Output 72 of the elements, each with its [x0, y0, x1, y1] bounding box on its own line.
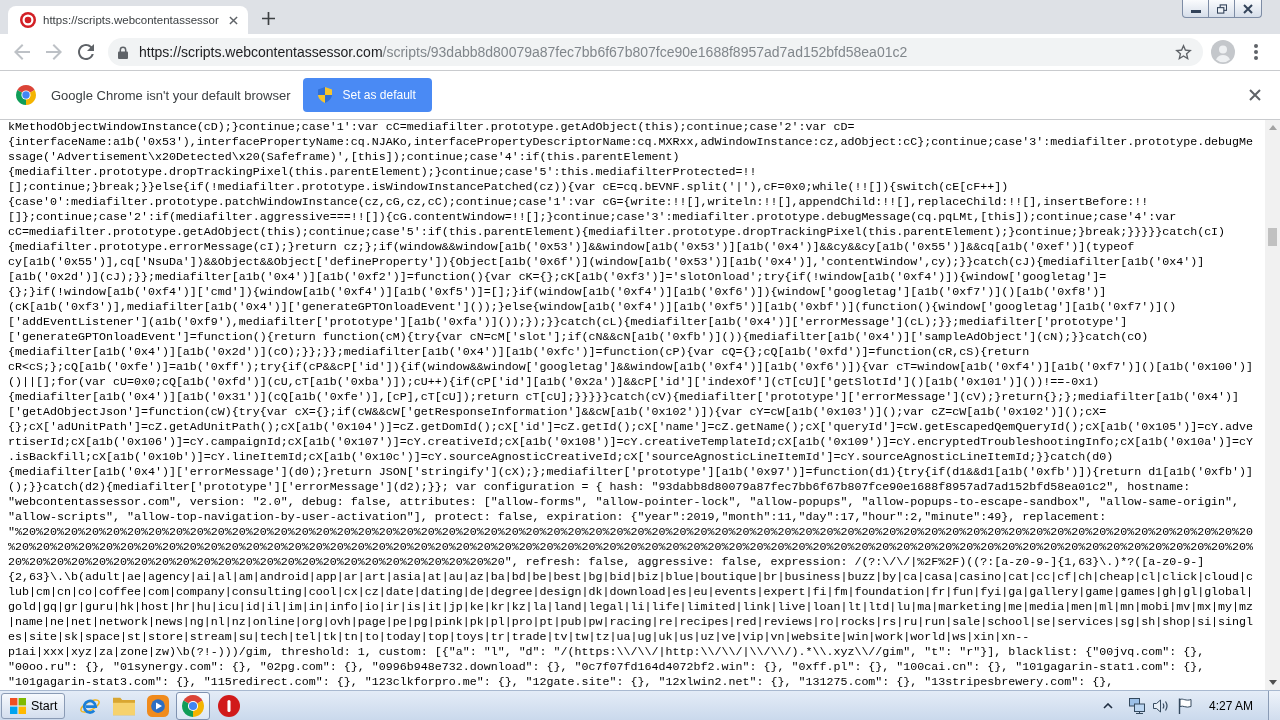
code-line: [];continue;}break;}}else{if(!mediafilter.prototype.isWindowInstancePatched(cz)){var cE=cq.bEVNF.split('|'),cF=0x0;while(!![]){switch(cE[cF++]) [8, 180, 1009, 195]
taskbar-button[interactable] [176, 691, 211, 720]
restore-icon [1216, 3, 1227, 14]
code-line: cC=mediafilter.prototype.getAdObject(this);continue;case'5':if(this.parentElement){mediafilter.prototype.dropTrackingPixel(this.parentElement);}continue;}break;}}}}}catch(cI) [8, 225, 1226, 240]
code-line: {mediafilter[a1b('0x4')]['errorMessage'](d0);}return JSON['stringify'](cX);};mediafilter['prototype'][a1b('0x97')]=function(d1){try{if(d1&&d1[a1b('0xfb')]){return d1[a1b('0xfb')] [8, 465, 1254, 480]
code-line: ssage('Advertisement\x20Detected\x20(Safeframe)',[this]);continue;case'4':if(this.parentElement) [8, 150, 680, 165]
code-line: {mediafilter[a1b('0x4')][a1b('0x2d')](cO);}};}};mediafilter[a1b('0x4')][a1b('0xfc')]=function(cP){var cQ={};cQ[a1b('0xfd')]=function(cR,cS){return [8, 345, 1030, 360]
close-icon[interactable] [229, 15, 238, 25]
close-button[interactable] [1234, 0, 1262, 18]
code-line: {2,63}\.\b(adult|ae|agency|ai|al|am|android|app|ar|art|asia|at|au|az|ba|bd|be|best|bg|bid|biz|blue|boutique|br|business|buzz|by|ca|casa|casino|cat|cc|cf|ch|cheap|cl|click|cloud|c [8, 570, 1254, 585]
minimize-button[interactable] [1182, 0, 1209, 18]
infobar-message: Google Chrome isn't your default browser [51, 87, 291, 103]
code-line: "allow-scripts", "allow-top-navigation-by-user-activation"], protect: false, expiration: {"year":2019,"month":11,"day":17,"hour":2,"minute":49}, replacement: [8, 510, 1107, 525]
code-line: "00oo.ru": {}, "01synergy.com": {}, "02pg.com": {}, "0996b948e732.download": {}, "0c7f07fd164d4072bf2.win": {}, "0xff.pl": {}, "100cai.cn": {}, "101gagarin-stat1.com": {}, [8, 660, 1205, 675]
shield-icon [318, 87, 333, 103]
lock-icon[interactable] [118, 45, 128, 59]
browser-logo-icon [182, 694, 205, 717]
scrollbar-thumb[interactable] [1268, 228, 1277, 246]
flag-icon[interactable] [1176, 697, 1193, 714]
start-button[interactable]: Start [1, 692, 66, 719]
code-line: {};}if(!window[a1b('0xf4')]['cmd']){window[a1b('0xf4')][a1b('0xf5')]=[];}if(window[a1b('0xf4')][a1b('0xf6')]){window['googletag'][a1b('0xf7')]()[a1b('0xf8')] [8, 285, 1107, 300]
code-line: es|site|sk|space|st|store|stream|su|tech|tel|tk|tn|to|today|top|toys|tr|trade|tv|tw|tz|ua|ug|uk|us|uz|ve|vip|vn|website|win|work|world|ws|xin|xn-- [8, 630, 1030, 645]
four-squares-logo-icon [10, 697, 26, 714]
play-icon [146, 694, 169, 717]
browser-logo-icon [16, 85, 36, 105]
code-line: {mediafilter.prototype.errorMessage(cI);}return cz;};if(window&&window[a1b('0x53')]&&window[a1b('0x53')][a1b('0x4')]&&cy&&cy[a1b('0x55')]&&cq[a1b('0xef')](typeof [8, 240, 1135, 255]
code-line: ['addEventListener'](a1b('0xf9'),mediafilter['prototype'][a1b('0xfa')]());});}}catch(cL){mediafilter[a1b('0x4')]['errorMessage'](cL);}};mediafilter['prototype'] [8, 315, 1128, 330]
star-icon[interactable] [1175, 44, 1192, 60]
plus-icon[interactable] [262, 12, 275, 25]
address-bar[interactable]: https://scripts.webcontentassessor.com/scripts/93dabb8d80079a87fec7bb6f67b807fce90e1688f8957ad7ad152bfd58ea01c2 [108, 38, 1203, 66]
code-line: []};continue;case'2':if(mediafilter.aggressive===!![]){cG.contentWindow=!![];}continue;case'3':mediafilter.prototype.debugMessage(cq.pqLMt,[this]);continue;case'4':var [8, 210, 1177, 225]
scrollbar[interactable] [1265, 120, 1280, 690]
reload-icon[interactable] [78, 44, 94, 60]
code-line: "webcontentassessor.com", version: "2.0", debug: false, attributes: ["allow-forms", "allow-pointer-lock", "allow-popups", "allow-popups-to-escape-sandbox", "allow-same-origin", [8, 495, 1240, 510]
circle-bar-icon [217, 694, 240, 717]
code-line: lub|cm|cn|co|coffee|com|company|consulting|cool|cx|cz|date|dating|de|degree|design|dk|download|es|eu|events|expert|fi|fm|foundation|fr|fun|fyi|ga|gallery|game|games|gh|gl|global| [8, 585, 1254, 600]
code-line: {interfaceName:a1b('0x53'),interfacePropertyName:cq.NJAKo,interfacePropertyDescriptorName:cq.MXRxx,adWindowInstance:cz,adObject:cC};continue;case'3':mediafilter.prototype.debugMe [8, 135, 1254, 150]
code-line: cR<cS;};cQ[a1b('0xfe')]=a1b('0xff');try{if(cP&&cP['id']){if(window&&window['googletag']&&window[a1b('0xf4')][a1b('0xf6')]){var cT=window[a1b('0xf4')][a1b('0xf7')]()[a1b('0x100')] [8, 360, 1254, 375]
code-line: gold|gq|gr|guru|hk|host|hr|hu|icu|id|il|im|in|info|io|ir|is|it|jp|ke|kr|kz|la|land|legal|li|life|limited|link|live|loan|lt|ltd|lu|ma|marketing|me|media|men|ml|mn|mobi|mv|mx|my|mz [8, 600, 1254, 615]
code-line: {mediafilter[a1b('0x4')][a1b('0x31')](cQ[a1b('0xfe')],[cP],cT[cU]);return cT[cU];}}}}}catch(cV){mediafilter['prototype']['errorMessage'](cV);}return{};};mediafilter[a1b('0x4')] [8, 390, 1240, 405]
clock[interactable]: 4:27 AM [1208, 698, 1253, 713]
code-line: ['getAdObjectJson']=function(cW){try{var cX={};if(cW&&cW['getResponseInformation']&&cW[a1b('0x102')]){var cY=cW[a1b('0x103')]();var cZ=cW[a1b('0x102')]();cX= [8, 405, 1107, 420]
code-line: p1ai|xxx|xyz|za|zone|zw)\b(?!-)))/gim, threshold: 1, custom: [{"a": "l", "d": "/(https:\\/\\/|http:\\/\\/|\\/\\/).*\\.xyz\\//gim", "t": "r"}], blacklist: {"00jvq.com": {}, [8, 645, 1205, 660]
code-line: cy[a1b('0x55')],cq['NsuDa'])&&Object&&Object['defineProperty']){Object[a1b('0x6f')](window[a1b('0x53')][a1b('0x4')],'contentWindow',cy);}}catch(cJ){mediafilter[a1b('0x4')] [8, 255, 1205, 270]
code-line: kMethodObjectWindowInstance(cD);}continue;case'1':var cC=mediafilter.prototype.getAdObject(this);continue;case'2':var cD= [8, 120, 855, 135]
menu-icon[interactable] [1254, 44, 1258, 60]
code-line: ();}}catch(d2){mediafilter['prototype']['errorMessage'](d2);}}; var configuration = { hash: "93dabb8d80079a87fec7bb6f67b807fce90e1688f8957ad7ad152bfd58ea01c2", hostname: [8, 480, 1191, 495]
chevron-up-icon[interactable] [1102, 702, 1113, 709]
minimize-icon [1190, 10, 1201, 13]
code-line: {case'0':mediafilter.prototype.patchWindowInstance(cz,cG,cz,cC);continue;case'1':var cG={write:!![],writeln:!![],appendChild:!![],replaceChild:!![],insertBefore:!! [8, 195, 1149, 210]
close-icon [1243, 3, 1253, 14]
code-line: ()||[];for(var cU=0x0;cQ[a1b('0xfd')](cU,cT[a1b('0xba')]);cU++){if(cP['id'][a1b('0x2a')]&&cP['id']['indexOf'](cT[cU]['getSlotId']()[a1b('0x101')]())!==-0x1) [8, 375, 1100, 390]
code-line: ['generateGPTOnloadEvent']=function(){return function(cM){try{var cN=cM['slot'];if(cN&&cN[a1b('0xfb')]()){mediafilter[a1b('0x4')]['sampleAdObject'](cN);}}catch(cO) [8, 330, 1149, 345]
url-text[interactable]: https://scripts.webcontentassessor.com/scripts/93dabb8d80079a87fec7bb6f67b807fce90e1688f8957ad7ad152bfd58ea01c2 [139, 44, 908, 60]
code-line: {mediafilter.prototype.dropTrackingPixel(this.parentElement);}continue;case'5':this.mediafilterProtected=!! [8, 165, 757, 180]
code-line: (cK[a1b('0xf3')],mediafilter[a1b('0x4')]['generateGPTOnloadEvent']());}else{window[a1b('0xf4')][a1b('0xf5')][a1b('0xbf')](function(){window['googletag'][a1b('0xf7')]() [8, 300, 1177, 315]
code-line: %20%20%20%20%20%20%20%20%20%20%20%20%20%20%20%20%20%20%20%20%20%20%20%20%20%20%20%20%20%20%20%20%20%20%20%20%20%20%20%20%20%20%20%20%20%20%20%20%20%20%20%20%20%20%20%20%20%20%20% [8, 540, 1254, 555]
code-line: {};cX['adUnitPath']=cZ.getAdUnitPath();cX[a1b('0x104')]=cZ.getDomId();cX['id']=cZ.getId();cX['name']=cZ.getName();cX['queryId']=cW.getEscapedQemQueryId();cX[a1b('0x105')]=cY.adve [8, 420, 1254, 435]
code-line: "%20%20%20%20%20%20%20%20%20%20%20%20%20%20%20%20%20%20%20%20%20%20%20%20%20%20%20%20%20%20%20%20%20%20%20%20%20%20%20%20%20%20%20%20%20%20%20%20%20%20%20%20%20%20%20%20%20%20%20 [8, 525, 1254, 540]
code-line: |name|ne|net|network|news|ng|nl|nz|online|org|ovh|page|pe|pg|pink|pk|pl|pro|pt|pub|pw|racing|re|recipes|red|reviews|ro|rocks|rs|ru|run|sale|school|se|services|sg|sh|shop|si|singl [8, 615, 1254, 630]
code-line: [a1b('0x2d')](cJ);}};mediafilter[a1b('0x4')][a1b('0xf2')]=function(){var cK={};cK[a1b('0xf3')]='slotOnload';try{if(!window[a1b('0xf4')]){window['googletag']= [8, 270, 1107, 285]
code-line: rtiserId;cX[a1b('0x106')]=cY.campaignId;cX[a1b('0x107')]=cY.creativeId;cX[a1b('0x108')]=cY.creativeTemplateId;cX[a1b('0x109')]=cY.encryptedTroubleshootingInfo;cX[a1b('0x10a')]=cY [8, 435, 1254, 450]
speaker-icon[interactable] [1152, 697, 1169, 714]
scroll-down-arrow-icon[interactable] [1268, 680, 1277, 685]
network-icon[interactable] [1128, 697, 1145, 714]
restore-button[interactable] [1208, 0, 1235, 18]
browser-tab[interactable]: https://scripts.webcontentassessor [8, 6, 248, 34]
code-line: .isBackfill;cX[a1b('0x10b')]=cY.lineItemId;cX[a1b('0x10c')]=cY.sourceAgnosticCreativeId;cX['sourceAgnosticLineItemId']=cY.sourceAgnosticLineItemId;}}catch(d0) [8, 450, 1114, 465]
code-line: 20%20%20%20%20%20%20%20%20%20%20%20%20%20%20%20%20%20%20%20%20%20%20%20", refresh: false, aggressive: false, expression: /(?:\/\/|%2F%2F)((?:[a-z0-9-]{1,63}\.)*?([a-z0-9-] [8, 555, 1205, 570]
circle-favicon-icon [20, 12, 36, 28]
code-line: "101gagarin-stat3.com": {}, "115redirect.com": {}, "123clkforpro.me": {}, "12gate.site": {}, "12xlwin2.net": {}, "131275.com": {}, "13stripesbrewery.com": {}, [8, 675, 1114, 690]
close-icon[interactable] [1249, 89, 1261, 101]
